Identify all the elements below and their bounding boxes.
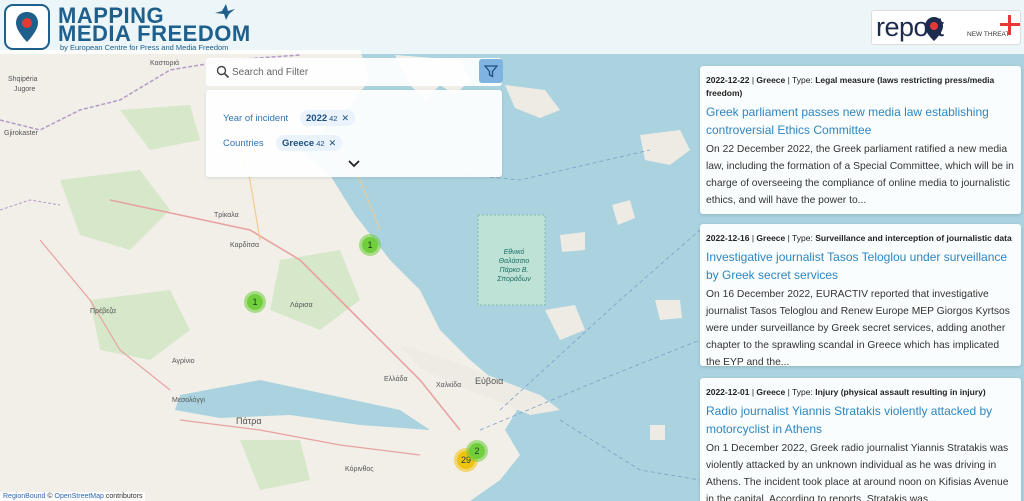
marker-count: 2	[469, 443, 485, 459]
card-meta: 2022-12-16 | Greece | Type: Surveillance…	[706, 233, 1012, 243]
card-type-label: Type:	[792, 233, 813, 243]
year-filter-label: Year of incident	[223, 113, 289, 124]
countries-filter-label: Countries	[223, 138, 264, 149]
brand-subtitle: by European Centre for Press and Media F…	[60, 43, 229, 52]
attribution-suffix: contributors	[105, 493, 143, 500]
card-meta: 2022-12-01 | Greece | Type: Injury (phys…	[706, 387, 986, 397]
incident-card[interactable]: 2022-12-01 | Greece | Type: Injury (phys…	[700, 378, 1021, 501]
regionbound-link[interactable]: RegionBound	[3, 493, 45, 500]
card-type: Surveillance and interception of journal…	[815, 233, 1012, 243]
country-chip-count: 42	[316, 139, 325, 148]
incident-card[interactable]: 2022-12-22 | Greece | Type: Legal measur…	[700, 66, 1021, 214]
map-label-larisa: Λάρισα	[290, 302, 313, 309]
year-chip-count: 42	[329, 114, 338, 123]
filter-button[interactable]	[479, 59, 503, 83]
logo-pin-icon[interactable]	[4, 4, 50, 50]
card-country: Greece	[756, 233, 786, 243]
incident-card[interactable]: 2022-12-16 | Greece | Type: Surveillance…	[700, 224, 1021, 368]
incident-feed[interactable]: 2022-12-22 | Greece | Type: Legal measur…	[697, 60, 1024, 501]
card-country: Greece	[756, 75, 786, 85]
card-title-link[interactable]: Investigative journalist Tasos Teloglou …	[706, 248, 1015, 284]
map-label-preveza: Πρέβεζα	[90, 308, 116, 315]
funnel-icon	[484, 65, 498, 78]
map-label-kastoria: Καστοριά	[150, 60, 180, 67]
header-bar: MAPPING MEDIA FREEDOM by European Centre…	[0, 0, 1024, 54]
map-label-gjirokaster: Gjirokaster	[4, 130, 38, 137]
bird-icon	[215, 4, 235, 20]
map-label-jugore: Jugore	[14, 86, 36, 93]
marine-park-label: Εθνικό Θαλάσσιο Πάρκο Β. Σποράδων	[497, 249, 531, 283]
card-date: 2022-12-01	[706, 387, 750, 397]
card-date: 2022-12-22	[706, 75, 750, 85]
plus-icon	[1000, 15, 1020, 35]
map-label-korinthos: Κόρινθος	[345, 466, 374, 473]
card-type-label: Type:	[792, 75, 813, 85]
map-label-chalkida: Χαλκίδα	[436, 382, 462, 389]
map-label-ellada: Ελλάδα	[384, 376, 408, 383]
map-cluster-marker[interactable]: 1	[244, 291, 266, 313]
remove-country-filter-icon[interactable]: ✕	[329, 138, 337, 148]
report-pin-icon	[925, 17, 943, 41]
map-cluster-marker[interactable]: 2	[466, 440, 488, 462]
filter-panel: Year of incident 2022 42 ✕ Countries Greec…	[206, 90, 502, 177]
map-attribution: RegionBound © OpenStreetMap contributors	[0, 492, 146, 501]
country-chip-value: Greece	[282, 138, 315, 149]
map-label-evia: Εύβοια	[475, 376, 504, 386]
card-type: Legal measure (laws restricting press/me…	[706, 75, 995, 98]
search-bar	[206, 58, 502, 86]
map-cluster-marker[interactable]: 1	[359, 234, 381, 256]
chevron-down-icon[interactable]	[348, 160, 360, 168]
card-date: 2022-12-16	[706, 233, 750, 243]
report-threat-button[interactable]: report NEW THREAT	[871, 10, 1021, 45]
map-label-trikala: Τρίκαλα	[214, 212, 239, 219]
map-label-karditsa: Καρδίτσα	[230, 242, 260, 249]
marker-count: 1	[247, 294, 263, 310]
card-type-label: Type:	[792, 387, 813, 397]
card-type: Injury (physical assault resulting in in…	[815, 387, 986, 397]
map-label-patra: Πάτρα	[236, 416, 262, 426]
card-summary: On 22 December 2022, the Greek parliamen…	[706, 144, 1014, 206]
card-title-link[interactable]: Greek parliament passes new media law es…	[706, 103, 1015, 139]
year-chip-value: 2022	[306, 113, 328, 124]
card-meta: 2022-12-22 | Greece | Type: Legal measur…	[706, 75, 995, 98]
map-label-mesologgi: Μεσολόγγι	[172, 397, 205, 404]
country-filter-chip[interactable]: Greece 42 ✕	[276, 135, 343, 151]
map-label-shqiperia: Shqipëria	[8, 76, 38, 83]
card-country: Greece	[756, 387, 786, 397]
card-title-link[interactable]: Radio journalist Yiannis Stratakis viole…	[706, 402, 1015, 438]
remove-year-filter-icon[interactable]: ✕	[341, 113, 349, 123]
search-icon	[216, 65, 230, 79]
marker-count: 1	[362, 237, 378, 253]
search-input[interactable]	[232, 62, 462, 82]
year-filter-chip[interactable]: 2022 42 ✕	[300, 110, 356, 126]
osm-link[interactable]: OpenStreetMap	[55, 493, 104, 500]
card-summary: On 16 December 2022, EURACTIV reported t…	[706, 289, 1010, 368]
card-summary: On 1 December 2022, Greek radio journali…	[706, 443, 1009, 501]
map-label-agrinio: Αγρίνιο	[172, 358, 195, 365]
